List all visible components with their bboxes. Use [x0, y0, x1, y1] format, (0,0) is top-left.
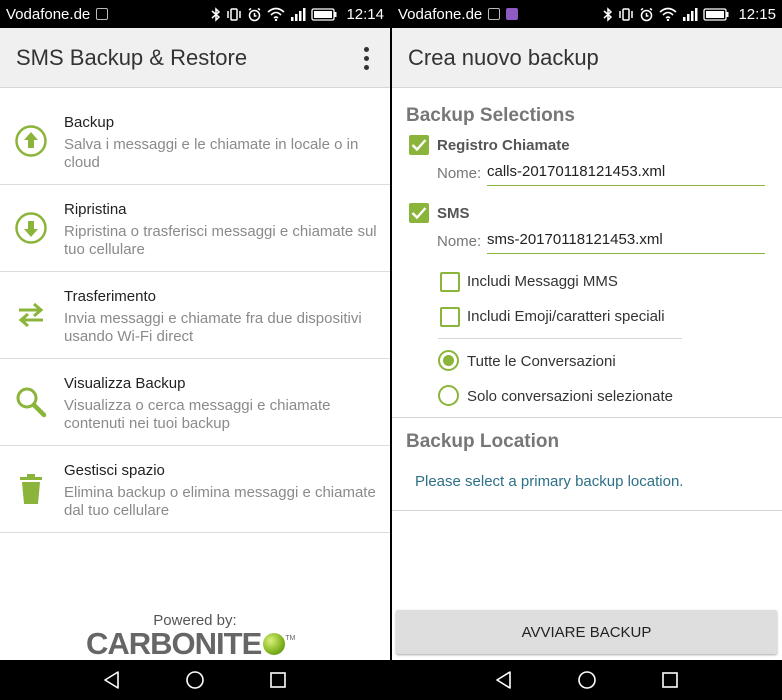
section-divider [392, 417, 782, 418]
backup-location-heading: Backup Location [406, 431, 560, 452]
selected-conversations-radio[interactable] [438, 385, 459, 406]
carbonite-logo-text: CARBONITE [86, 626, 262, 661]
back-icon[interactable] [102, 670, 122, 690]
all-conversations-radio[interactable] [438, 350, 459, 371]
menu-item-view-backup[interactable]: Visualizza Backup Visualizza o cerca mes… [0, 359, 390, 446]
menu-item-restore[interactable]: Ripristina Ripristina o trasferisci mess… [0, 185, 390, 272]
clock: 12:14 [346, 5, 384, 23]
home-icon[interactable] [577, 670, 597, 690]
backup-selections-heading: Backup Selections [406, 105, 575, 126]
notification-icon [488, 8, 501, 20]
sms-checkbox[interactable] [409, 203, 429, 223]
bluetooth-icon [211, 6, 221, 22]
vibrate-icon [619, 7, 634, 21]
include-emoji-label: Includi Emoji/caratteri speciali [467, 308, 665, 325]
status-bar: Vodafone.de 12:14 [0, 0, 390, 28]
trademark-mark: TM [285, 635, 296, 642]
section-divider [392, 510, 782, 511]
menu-item-title: Trasferimento [64, 288, 156, 305]
options-divider [438, 338, 682, 339]
include-mms-label: Includi Messaggi MMS [467, 273, 618, 290]
menu-item-description: Visualizza o cerca messaggi e chiamate c… [64, 397, 331, 432]
transfer-arrows-icon [18, 302, 44, 328]
battery-icon [311, 7, 337, 21]
app-title: SMS Backup & Restore [16, 44, 248, 70]
wifi-icon [659, 7, 677, 21]
sms-name-label: Nome: [437, 233, 482, 250]
menu-item-backup[interactable]: Backup Salva i messaggi e le chiamate in… [0, 98, 390, 185]
carbonite-logo-ball [263, 633, 286, 655]
vibrate-icon [227, 7, 242, 21]
main-menu: Backup Salva i messaggi e le chiamate in… [0, 98, 390, 533]
include-emoji-checkbox[interactable] [440, 307, 460, 327]
clock: 12:15 [738, 5, 776, 23]
search-icon [16, 387, 47, 418]
app-notification-icon [506, 8, 519, 20]
app-bar: SMS Backup & Restore [0, 28, 390, 88]
sms-label: SMS [437, 205, 470, 222]
restore-download-icon [15, 212, 47, 244]
back-icon[interactable] [494, 670, 514, 690]
menu-item-title: Backup [64, 114, 115, 131]
backup-upload-icon [15, 125, 47, 157]
signal-icon [683, 8, 698, 21]
trash-icon [20, 474, 42, 504]
carrier-name: Vodafone.de [398, 5, 483, 23]
notification-icon [96, 8, 109, 20]
recents-icon[interactable] [660, 670, 680, 690]
menu-item-title: Gestisci spazio [64, 462, 165, 479]
recents-icon[interactable] [268, 670, 288, 690]
alarm-icon [641, 7, 653, 21]
include-mms-checkbox[interactable] [440, 272, 460, 292]
call-log-checkbox[interactable] [409, 135, 429, 155]
call-log-name-label: Nome: [437, 165, 482, 182]
check-icon [411, 207, 427, 220]
battery-icon [703, 7, 729, 21]
selected-conversations-label: Solo conversazioni selezionate [467, 388, 673, 405]
status-bar: Vodafone.de 12:15 [392, 0, 782, 28]
home-icon[interactable] [185, 670, 205, 690]
menu-item-title: Visualizza Backup [64, 375, 186, 392]
menu-item-title: Ripristina [64, 201, 127, 218]
carrier-name: Vodafone.de [6, 5, 91, 23]
carbonite-logo: CARBONITE TM [86, 627, 306, 661]
all-conversations-label: Tutte le Conversazioni [467, 353, 616, 370]
new-backup-screen: Vodafone.de 12:15 Crea nuovo backup Back… [392, 0, 782, 700]
main-menu-screen: Vodafone.de 12:14 SMS Backup & Restore B… [0, 0, 390, 700]
signal-icon [291, 8, 306, 21]
menu-item-manage-space[interactable]: Gestisci spazio Elimina backup o elimina… [0, 446, 390, 533]
navigation-bar [0, 660, 390, 700]
navigation-bar [392, 660, 782, 700]
menu-item-description: Invia messaggi e chiamate fra due dispos… [64, 310, 362, 345]
start-backup-button[interactable]: AVVIARE BACKUP [396, 610, 777, 654]
menu-item-description: Ripristina o trasferisci messaggi e chia… [64, 223, 377, 258]
app-bar: Crea nuovo backup [392, 28, 782, 88]
wifi-icon [267, 7, 285, 21]
bluetooth-icon [603, 6, 613, 22]
screen-title: Crea nuovo backup [408, 44, 599, 70]
select-backup-location-link[interactable]: Please select a primary backup location. [415, 473, 683, 490]
check-icon [411, 139, 427, 152]
menu-item-description: Elimina backup o elimina messaggi e chia… [64, 484, 376, 519]
overflow-menu-icon[interactable] [354, 44, 378, 72]
call-log-filename-field[interactable]: calls-20170118121453.xml [487, 160, 765, 186]
menu-item-description: Salva i messaggi e le chiamate in locale… [64, 136, 359, 171]
alarm-icon [249, 7, 261, 21]
call-log-label: Registro Chiamate [437, 137, 570, 154]
menu-item-transfer[interactable]: Trasferimento Invia messaggi e chiamate … [0, 272, 390, 359]
sms-filename-field[interactable]: sms-20170118121453.xml [487, 228, 765, 254]
